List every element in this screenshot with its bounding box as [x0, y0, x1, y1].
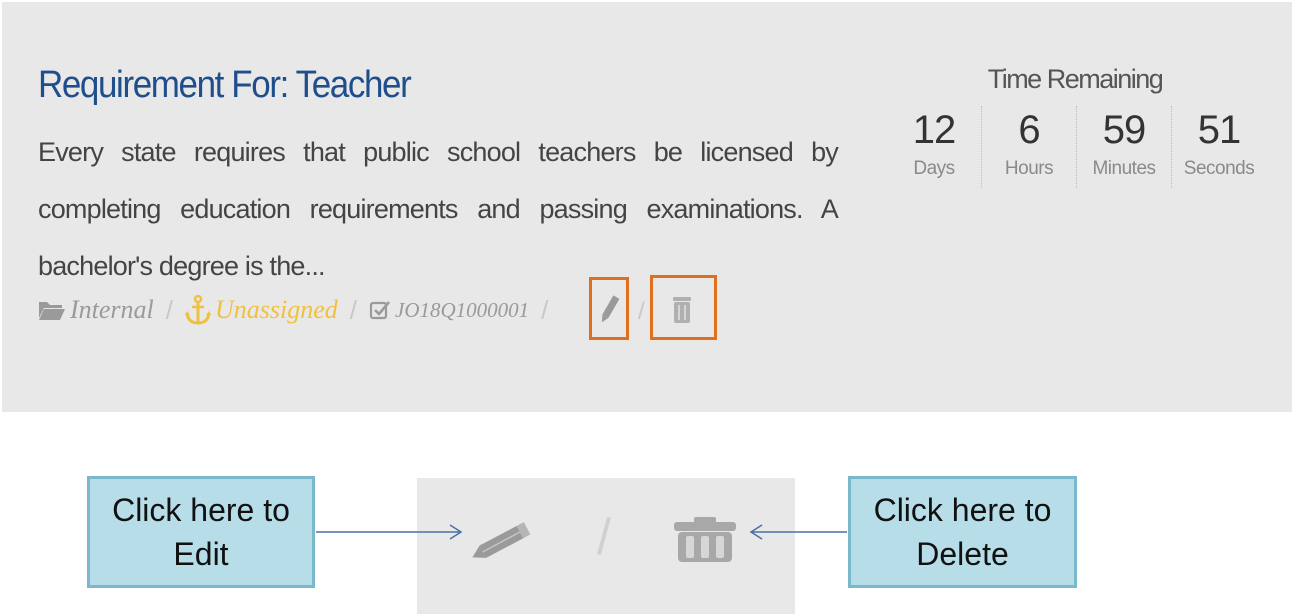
meta-separator: / [541, 294, 549, 325]
meta-separator: / [349, 294, 358, 325]
meta-type-label: Internal [70, 295, 154, 324]
check-square-icon [369, 301, 391, 320]
delete-callout-text: Click here to Delete [873, 492, 1052, 572]
timer-hours-value: 6 [1018, 108, 1040, 152]
timer-hours-label: Hours [1004, 158, 1054, 179]
timer-minutes: 59 Minutes [1077, 106, 1172, 188]
edit-button[interactable] [594, 290, 624, 328]
meta-assignee-label: Unassigned [215, 295, 338, 324]
edit-callout-text: Click here to Edit [112, 492, 290, 572]
trash-icon [673, 297, 691, 323]
timer-days-value: 12 [912, 108, 957, 152]
pencil-icon [601, 295, 620, 323]
zoomed-delete-button[interactable] [672, 516, 738, 569]
meta-job-id-label: JO18Q1000001 [395, 297, 530, 322]
requirement-description: Every state requires that public school … [38, 137, 839, 281]
delete-callout: Click here to Delete [848, 476, 1077, 588]
meta-type: Internal [38, 295, 154, 325]
meta-job-id: JO18Q1000001 [369, 298, 529, 323]
edit-callout: Click here to Edit [87, 476, 315, 588]
delete-button[interactable] [666, 290, 698, 328]
trash-icon [674, 517, 736, 562]
timer-seconds-label: Seconds [1183, 158, 1255, 179]
timer-seconds-value: 51 [1197, 108, 1242, 152]
requirement-card: Requirement For: Teacher Every state req… [2, 2, 1292, 412]
zoomed-actions-panel: / [417, 478, 795, 614]
timer-minutes-value: 59 [1102, 108, 1147, 152]
meta-assignee[interactable]: Unassigned [185, 295, 338, 325]
zoomed-edit-button[interactable] [472, 520, 538, 565]
timer-days-label: Days [913, 158, 955, 179]
folder-open-icon [39, 302, 65, 320]
pencil-icon [472, 522, 531, 558]
timer-days: 12 Days [887, 106, 982, 188]
meta-separator: / [165, 294, 173, 325]
timer-title: Time Remaining [987, 64, 1164, 94]
anchor-icon [185, 295, 211, 325]
countdown-timer: 12 Days 6 Hours 59 Minutes 51 Seconds [887, 106, 1266, 188]
timer-hours: 6 Hours [982, 106, 1077, 188]
meta-separator: / [638, 298, 645, 325]
zoomed-separator: / [597, 509, 611, 565]
timer-minutes-label: Minutes [1092, 158, 1156, 179]
requirement-title[interactable]: Requirement For: Teacher [38, 64, 412, 107]
requirement-meta: Internal / Unassigned / JO18Q1000001 / [38, 290, 560, 330]
timer-seconds: 51 Seconds [1172, 106, 1266, 188]
